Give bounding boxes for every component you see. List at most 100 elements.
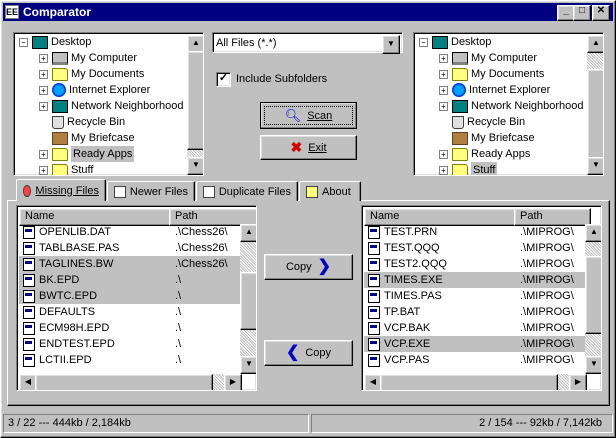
list-item[interactable]: OPENLIB.DAT .\Chess26\: [19, 224, 240, 240]
list-item[interactable]: TABLBASE.PAS .\Chess26\: [19, 240, 240, 256]
tab-newer-files[interactable]: Newer Files: [107, 181, 195, 201]
tree-item[interactable]: My Briefcase: [439, 130, 535, 146]
file-name: TP.BAT: [384, 306, 421, 318]
tree-item[interactable]: + Network Neighborhood: [39, 98, 184, 114]
tree-item[interactable]: Recycle Bin: [39, 114, 125, 130]
close-button[interactable]: ✕: [592, 5, 610, 21]
right-tree-scroll-down[interactable]: ▼: [587, 157, 603, 175]
collapse-icon[interactable]: −: [19, 37, 28, 47]
tab-duplicate-files[interactable]: Duplicate Files: [196, 181, 298, 201]
list-item[interactable]: LCTII.EPD .\: [19, 352, 240, 368]
internet-explorer-icon: [52, 83, 66, 97]
tab-missing-files[interactable]: Missing Files: [16, 179, 106, 201]
maximize-button[interactable]: □: [573, 5, 591, 21]
tree-item[interactable]: + My Computer: [439, 50, 537, 66]
tree-item-label: Ready Apps: [471, 148, 531, 160]
file-filter-combo[interactable]: All Files (*.*) ▼: [212, 32, 403, 54]
right-tree-scroll-up[interactable]: ▲: [587, 35, 603, 53]
tree-item[interactable]: My Briefcase: [39, 130, 135, 146]
copy-right-button[interactable]: Copy ❯: [264, 254, 353, 280]
expand-icon[interactable]: +: [439, 53, 448, 63]
tree-item[interactable]: + Stuff: [439, 162, 498, 175]
scan-button[interactable]: 🔍︎ Scan: [260, 102, 357, 129]
checkmark-icon[interactable]: ✓: [216, 71, 231, 87]
right-list-scroll-up[interactable]: ▲: [585, 224, 601, 242]
expand-icon[interactable]: +: [439, 85, 448, 95]
list-item[interactable]: BK.EPD .\: [19, 272, 240, 288]
collapse-icon[interactable]: −: [419, 37, 428, 47]
left-tree-scroll-thumb[interactable]: [187, 51, 203, 150]
expand-icon[interactable]: +: [39, 69, 48, 79]
list-item[interactable]: TIMES.PAS .\MIPROG\: [364, 288, 585, 304]
expand-icon[interactable]: +: [39, 53, 48, 63]
tree-item[interactable]: + Internet Explorer: [439, 82, 550, 98]
expand-icon[interactable]: +: [39, 149, 48, 159]
list-item[interactable]: ECM98H.EPD .\: [19, 320, 240, 336]
left-tree-scroll-down[interactable]: ▼: [187, 157, 203, 175]
tree-item[interactable]: + Network Neighborhood: [439, 98, 584, 114]
tree-item[interactable]: + Ready Apps: [439, 146, 530, 162]
expand-icon[interactable]: +: [439, 69, 448, 79]
file-name: ECM98H.EPD: [39, 322, 110, 334]
file-path: .\: [175, 354, 182, 366]
right-tree-scroll-thumb[interactable]: [587, 69, 603, 161]
expand-icon[interactable]: +: [39, 165, 48, 175]
maximize-icon: □: [578, 5, 586, 16]
right-folder-tree[interactable]: − Desktop + My Computer + My Documents + Intern…: [413, 32, 604, 176]
right-list-hscroll-thumb[interactable]: [380, 374, 558, 390]
close-icon: ✕: [596, 5, 606, 16]
computer-icon: [452, 51, 468, 65]
list-item[interactable]: TIMES.EXE .\MIPROG\: [364, 272, 585, 288]
list-item[interactable]: DEFAULTS .\: [19, 304, 240, 320]
left-folder-tree[interactable]: − Desktop + My Computer + My Documents + Intern…: [13, 32, 204, 176]
expand-icon[interactable]: +: [439, 165, 448, 175]
tree-item[interactable]: + Ready Apps: [39, 146, 135, 162]
tree-item[interactable]: + My Computer: [39, 50, 137, 66]
list-item[interactable]: TEST.PRN .\MIPROG\: [364, 224, 585, 240]
tree-item[interactable]: + Stuff: [39, 162, 93, 175]
file-name: TABLBASE.PAS: [39, 242, 120, 254]
list-item[interactable]: TEST2.QQQ .\MIPROG\: [364, 256, 585, 272]
tree-item[interactable]: + My Documents: [39, 66, 144, 82]
left-list-scroll-right[interactable]: ▶: [224, 374, 242, 390]
expand-icon[interactable]: +: [39, 85, 48, 95]
file-icon: [23, 305, 35, 319]
list-item[interactable]: ENDTEST.EPD .\: [19, 336, 240, 352]
list-item[interactable]: TAGLINES.BW .\Chess26\: [19, 256, 240, 272]
tree-item[interactable]: − Desktop: [19, 34, 91, 50]
copy-left-button[interactable]: ❮ Copy: [264, 340, 353, 366]
missing-files-list[interactable]: Name Path OPENLIB.DAT .\Chess26\ TABLBASE.…: [16, 205, 257, 391]
file-path: .\MIPROG\: [520, 242, 574, 254]
expand-icon[interactable]: +: [39, 101, 48, 111]
tab-about[interactable]: About: [299, 181, 361, 201]
list-item[interactable]: VCP.EXE .\MIPROG\: [364, 336, 585, 352]
network-icon: [52, 99, 68, 113]
file-path: .\: [175, 274, 182, 286]
right-list-scroll-thumb[interactable]: [585, 256, 601, 334]
left-list-hscroll-thumb[interactable]: [35, 374, 213, 390]
expand-icon[interactable]: +: [439, 101, 448, 111]
comparator-app-icon[interactable]: ЕЕ: [5, 5, 19, 19]
tree-item-label: Ready Apps: [71, 146, 135, 162]
tree-item[interactable]: + Internet Explorer: [39, 82, 150, 98]
tree-item[interactable]: − Desktop: [419, 34, 491, 50]
file-icon: [23, 353, 35, 367]
right-files-list[interactable]: Name Path TEST.PRN .\MIPROG\ TEST.QQQ .\MIP…: [361, 205, 602, 391]
left-list-scroll-thumb[interactable]: [240, 272, 256, 330]
right-list-scroll-down[interactable]: ▼: [585, 356, 601, 374]
tree-item[interactable]: + My Documents: [439, 66, 544, 82]
title-bar[interactable]: ЕЕ Comparator _ □ ✕: [3, 3, 613, 21]
list-item[interactable]: BWTC.EPD .\: [19, 288, 240, 304]
chevron-down-icon[interactable]: ▼: [382, 35, 400, 54]
tree-item[interactable]: Recycle Bin: [439, 114, 525, 130]
expand-icon[interactable]: +: [439, 149, 448, 159]
list-item[interactable]: TP.BAT .\MIPROG\: [364, 304, 585, 320]
exit-button[interactable]: ✖ Exit: [260, 135, 357, 160]
list-item[interactable]: VCP.PAS .\MIPROG\: [364, 352, 585, 368]
include-subfolders-checkbox[interactable]: ✓ Include Subfolders: [216, 71, 327, 87]
list-item[interactable]: VCP.BAK .\MIPROG\: [364, 320, 585, 336]
right-list-scroll-right[interactable]: ▶: [569, 374, 587, 390]
left-list-scroll-up[interactable]: ▲: [240, 224, 256, 242]
list-item[interactable]: TEST.QQQ .\MIPROG\: [364, 240, 585, 256]
left-list-scroll-down[interactable]: ▼: [240, 356, 256, 374]
